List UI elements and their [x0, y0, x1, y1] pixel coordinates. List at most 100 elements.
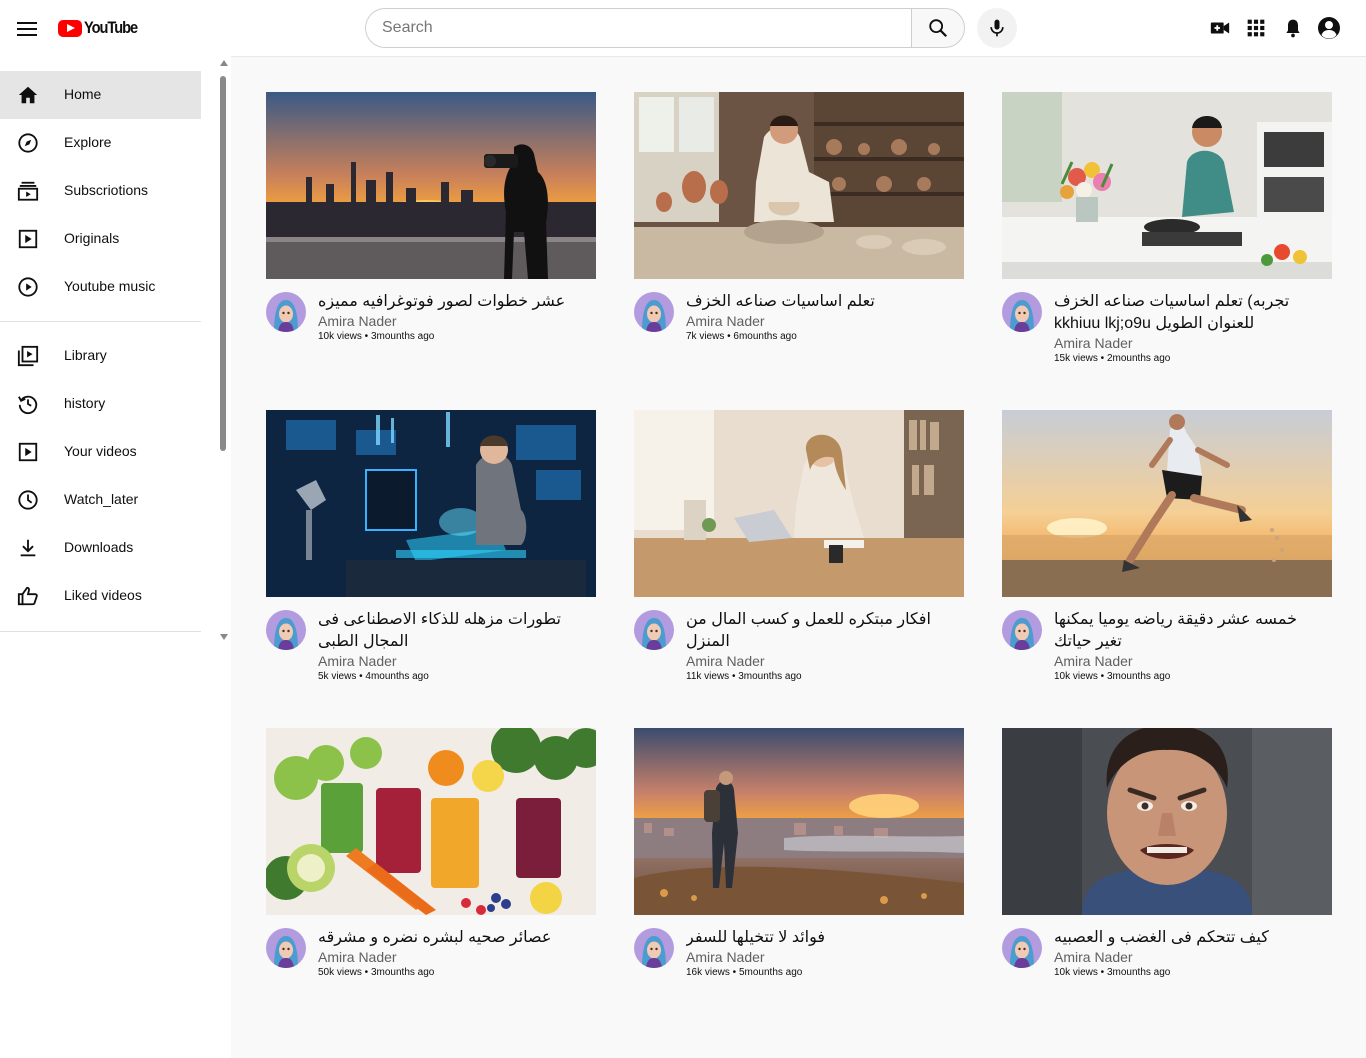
- video-title[interactable]: افكار مبتكره للعمل و كسب المال من المنزل: [686, 609, 958, 653]
- sidebar-item-downloads[interactable]: Downloads: [0, 524, 201, 572]
- apps-icon[interactable]: [1244, 16, 1268, 40]
- video-thumbnail[interactable]: [634, 92, 964, 279]
- channel-avatar[interactable]: [634, 292, 674, 332]
- video-stats: 50k views • 3mounths ago: [318, 967, 435, 978]
- create-video-icon[interactable]: [1208, 16, 1232, 40]
- compass-icon: [16, 131, 40, 155]
- channel-avatar[interactable]: [1002, 292, 1042, 332]
- channel-name[interactable]: Amira Nader: [318, 653, 397, 669]
- channel-avatar[interactable]: [266, 610, 306, 650]
- channel-name[interactable]: Amira Nader: [318, 313, 397, 329]
- search-input[interactable]: [366, 9, 912, 47]
- channel-avatar[interactable]: [266, 292, 306, 332]
- video-stats: 7k views • 6mounths ago: [686, 331, 797, 342]
- channel-name[interactable]: Amira Nader: [686, 653, 765, 669]
- sidebar-scrollbar[interactable]: [216, 58, 230, 648]
- video-card[interactable]: عشر خطوات لصور فوتوغرافيه مميزه Amira Na…: [266, 92, 596, 369]
- video-stats: 10k views • 3mounths ago: [318, 331, 435, 342]
- watch-later-icon: [16, 488, 40, 512]
- video-title[interactable]: تعلم اساسيات صناعه الخزف: [686, 291, 958, 313]
- video-card[interactable]: افكار مبتكره للعمل و كسب المال من المنزل…: [634, 410, 964, 687]
- video-card[interactable]: تجربه) تعلم اساسيات صناعه الخزف للعنوان …: [1002, 92, 1332, 369]
- video-thumbnail[interactable]: [266, 92, 596, 279]
- subscriptions-icon: [16, 179, 40, 203]
- video-title[interactable]: تجربه) تعلم اساسيات صناعه الخزف للعنوان …: [1054, 291, 1326, 335]
- video-thumbnail[interactable]: [266, 410, 596, 597]
- sidebar-divider: [0, 631, 201, 632]
- video-stats: 11k views • 3mounths ago: [686, 671, 802, 682]
- channel-name[interactable]: Amira Nader: [318, 949, 397, 965]
- video-thumbnail[interactable]: [266, 728, 596, 915]
- history-icon: [16, 392, 40, 416]
- sidebar-item-liked-videos[interactable]: Liked videos: [0, 572, 201, 620]
- scroll-down-arrow-icon[interactable]: [220, 634, 228, 640]
- video-title[interactable]: خمسه عشر دقيقة رياضه يوميا يمكنها تغير ح…: [1054, 609, 1326, 653]
- like-icon: [16, 584, 40, 608]
- channel-avatar[interactable]: [1002, 928, 1042, 968]
- search-button[interactable]: [911, 8, 965, 48]
- sidebar-item-youtube-music[interactable]: Youtube music: [0, 263, 201, 311]
- sidebar-item-label: Subscriotions: [64, 182, 149, 198]
- channel-name[interactable]: Amira Nader: [1054, 653, 1133, 669]
- video-thumbnail[interactable]: [634, 410, 964, 597]
- channel-name[interactable]: Amira Nader: [1054, 335, 1133, 351]
- video-thumbnail[interactable]: [1002, 728, 1332, 915]
- channel-avatar[interactable]: [634, 610, 674, 650]
- sidebar-item-home[interactable]: Home: [0, 71, 201, 119]
- library-icon: [16, 344, 40, 368]
- sidebar-item-label: Home: [64, 86, 102, 102]
- sidebar-item-explore[interactable]: Explore: [0, 119, 201, 167]
- channel-name[interactable]: Amira Nader: [686, 949, 765, 965]
- youtube-logo[interactable]: YouTube: [58, 16, 146, 40]
- video-thumbnail[interactable]: [634, 728, 964, 915]
- sidebar-item-library[interactable]: Library: [0, 332, 201, 380]
- video-thumbnail[interactable]: [1002, 410, 1332, 597]
- notifications-icon[interactable]: [1281, 16, 1305, 40]
- video-thumbnail[interactable]: [1002, 92, 1332, 279]
- sidebar-item-label: Library: [64, 347, 107, 363]
- sidebar-item-originals[interactable]: Originals: [0, 215, 201, 263]
- video-title[interactable]: عصائر صحيه لبشره نضره و مشرقه: [318, 927, 590, 949]
- sidebar-item-label: Explore: [64, 134, 112, 150]
- channel-avatar[interactable]: [266, 928, 306, 968]
- video-card[interactable]: خمسه عشر دقيقة رياضه يوميا يمكنها تغير ح…: [1002, 410, 1332, 687]
- sidebar-item-label: Downloads: [64, 539, 134, 555]
- video-card[interactable]: كيف تتحكم فى الغضب و العصبيه Amira Nader…: [1002, 728, 1332, 1005]
- video-stats: 10k views • 3mounths ago: [1054, 967, 1171, 978]
- sidebar-item-watch-later[interactable]: Watch_later: [0, 476, 201, 524]
- video-card[interactable]: تعلم اساسيات صناعه الخزف Amira Nader 7k …: [634, 92, 964, 369]
- video-title[interactable]: تطورات مزهله للذكاء الاصطناعى فى المجال …: [318, 609, 590, 653]
- sidebar-item-label: Your videos: [64, 443, 137, 459]
- video-title[interactable]: فوائد لا تتخيلها للسفر: [686, 927, 958, 949]
- channel-name[interactable]: Amira Nader: [1054, 949, 1133, 965]
- search-icon: [929, 19, 948, 38]
- channel-avatar[interactable]: [1002, 610, 1042, 650]
- video-stats: 16k views • 5mounths ago: [686, 967, 803, 978]
- sidebar-item-history[interactable]: history: [0, 380, 201, 428]
- download-icon: [16, 536, 40, 560]
- video-card[interactable]: فوائد لا تتخيلها للسفر Amira Nader 16k v…: [634, 728, 964, 1005]
- logo-text: YouTube: [84, 18, 138, 37]
- scroll-up-arrow-icon[interactable]: [220, 60, 228, 66]
- menu-icon[interactable]: [16, 18, 38, 38]
- sidebar-item-label: Watch_later: [64, 491, 139, 507]
- video-stats: 15k views • 2mounths ago: [1054, 353, 1171, 364]
- sidebar-item-your-videos[interactable]: Your videos: [0, 428, 201, 476]
- home-icon: [16, 83, 40, 107]
- channel-name[interactable]: Amira Nader: [686, 313, 765, 329]
- video-card[interactable]: عصائر صحيه لبشره نضره و مشرقه Amira Nade…: [266, 728, 596, 1005]
- top-bar: YouTube: [0, 0, 1366, 56]
- youtube-play-logo-icon: [58, 19, 82, 37]
- video-stats: 5k views • 4mounths ago: [318, 671, 429, 682]
- channel-avatar[interactable]: [634, 928, 674, 968]
- video-card[interactable]: تطورات مزهله للذكاء الاصطناعى فى المجال …: [266, 410, 596, 687]
- sidebar-item-subscriptions[interactable]: Subscriotions: [0, 167, 201, 215]
- voice-search-button[interactable]: [977, 8, 1017, 48]
- scrollbar-thumb[interactable]: [220, 76, 226, 451]
- video-title[interactable]: كيف تتحكم فى الغضب و العصبيه: [1054, 927, 1326, 949]
- video-stats: 10k views • 3mounths ago: [1054, 671, 1171, 682]
- sidebar-item-label: Youtube music: [64, 278, 156, 294]
- search-box: [365, 8, 912, 48]
- account-icon[interactable]: [1317, 16, 1341, 40]
- video-title[interactable]: عشر خطوات لصور فوتوغرافيه مميزه: [318, 291, 590, 313]
